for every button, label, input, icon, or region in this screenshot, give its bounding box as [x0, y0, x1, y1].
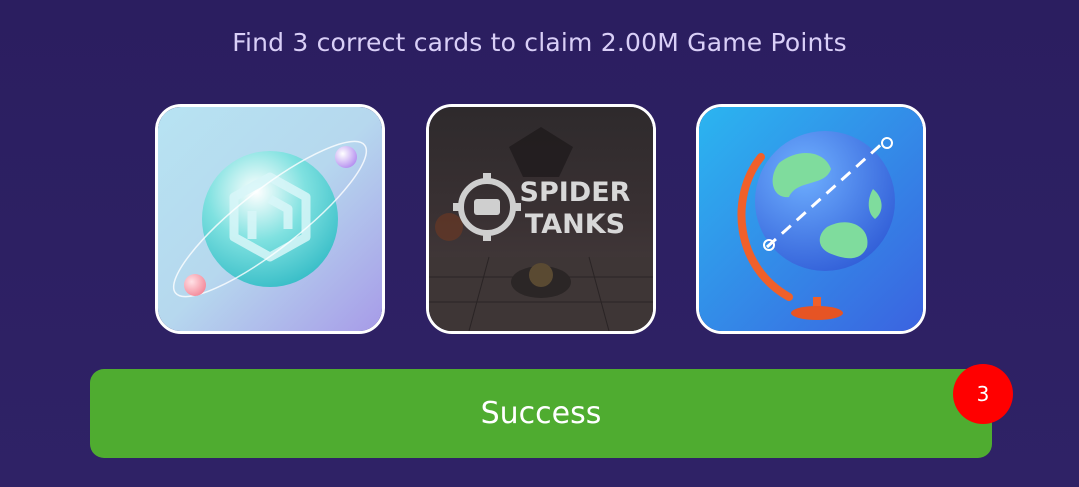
card-globe[interactable]	[696, 104, 926, 334]
count-badge: 3	[953, 364, 1013, 424]
spider-title: SPIDER	[520, 177, 631, 208]
success-button[interactable]: Success	[90, 369, 992, 458]
instruction-text: Find 3 correct cards to claim 2.00M Game…	[232, 28, 847, 57]
game-screen: Find 3 correct cards to claim 2.00M Game…	[0, 0, 1079, 487]
card-spider-tanks[interactable]: SPIDER TANKS	[426, 104, 656, 334]
spider-tanks-logo: SPIDER TANKS	[429, 107, 653, 331]
card-orbit-sphere[interactable]	[155, 104, 385, 334]
globe-icon	[699, 107, 923, 331]
tanks-title: TANKS	[525, 209, 625, 240]
card-grid: SPIDER TANKS	[155, 104, 927, 334]
planet-logo-icon	[158, 107, 382, 331]
